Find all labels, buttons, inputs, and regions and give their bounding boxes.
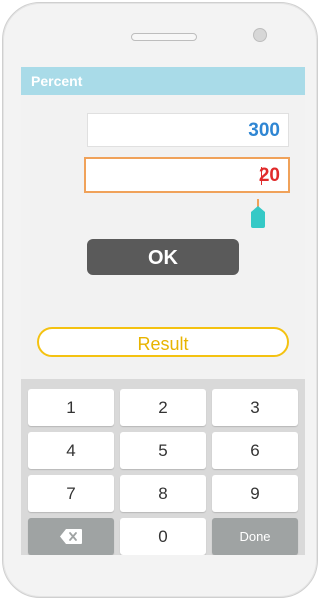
value-input[interactable]: 300 — [87, 113, 289, 147]
phone-frame: Percent 300 20 OK Result 1 2 3 4 5 6 7 8… — [2, 2, 318, 598]
ok-button[interactable]: OK — [87, 239, 239, 275]
backspace-key[interactable] — [28, 518, 114, 555]
text-cursor — [261, 167, 262, 185]
key-2[interactable]: 2 — [120, 389, 206, 426]
key-0[interactable]: 0 — [120, 518, 206, 555]
key-9[interactable]: 9 — [212, 475, 298, 512]
backspace-icon — [60, 529, 82, 544]
done-key[interactable]: Done — [212, 518, 298, 555]
speaker-grille — [131, 33, 197, 41]
key-3[interactable]: 3 — [212, 389, 298, 426]
caret-handle-icon[interactable] — [251, 199, 265, 228]
key-6[interactable]: 6 — [212, 432, 298, 469]
percent-input[interactable]: 20 — [84, 157, 290, 193]
title-bar: Percent — [21, 67, 305, 95]
key-5[interactable]: 5 — [120, 432, 206, 469]
key-8[interactable]: 8 — [120, 475, 206, 512]
numeric-keypad: 1 2 3 4 5 6 7 8 9 0 Done — [21, 379, 305, 555]
result-button[interactable]: Result — [37, 327, 289, 357]
key-7[interactable]: 7 — [28, 475, 114, 512]
key-4[interactable]: 4 — [28, 432, 114, 469]
percent-input-value: 20 — [258, 165, 280, 186]
key-1[interactable]: 1 — [28, 389, 114, 426]
app-screen: Percent 300 20 OK Result 1 2 3 4 5 6 7 8… — [21, 67, 305, 555]
front-camera — [253, 28, 267, 42]
